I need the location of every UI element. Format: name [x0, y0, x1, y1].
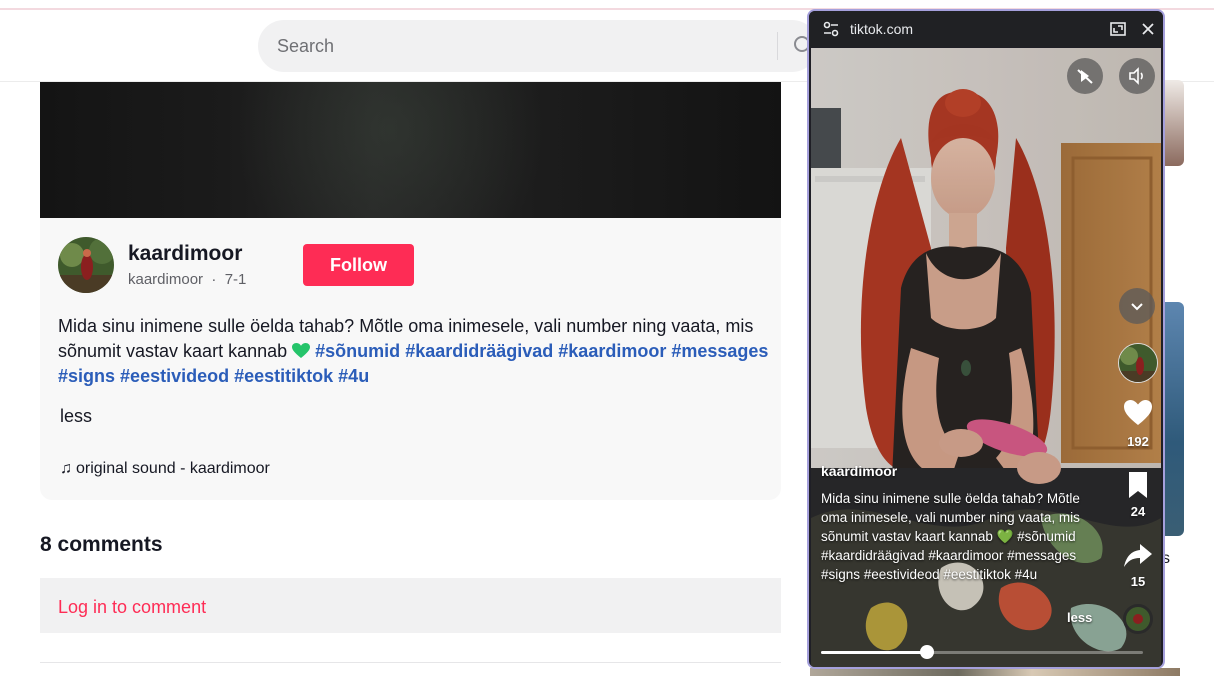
no-autoplay-icon: [1077, 69, 1093, 84]
login-to-comment-link[interactable]: Log in to comment: [58, 597, 206, 618]
music-disc-icon[interactable]: [1123, 604, 1153, 634]
no-autoplay-button[interactable]: [1067, 58, 1103, 94]
divider: [40, 662, 781, 663]
video-player-area[interactable]: [40, 82, 781, 218]
expand-icon[interactable]: [1109, 20, 1127, 38]
author-handle: kaardimoor: [128, 271, 204, 288]
like-count: 192: [1127, 434, 1149, 449]
note-icon: ♫: [60, 460, 72, 477]
site-settings-icon[interactable]: [822, 20, 840, 38]
sound-title: original sound - kaardimoor: [76, 460, 270, 477]
popup-url: tiktok.com: [850, 21, 914, 37]
less-button[interactable]: less: [60, 406, 92, 427]
follow-button[interactable]: Follow: [303, 244, 414, 286]
description-card: kaardimoor kaardimoor · 7-1 Follow Mida …: [40, 218, 781, 500]
volume-button[interactable]: [1119, 58, 1155, 94]
author-name[interactable]: kaardimoor: [128, 242, 242, 266]
overlay-less-button[interactable]: less: [1067, 610, 1092, 625]
related-video-thumbnail[interactable]: [1164, 302, 1184, 536]
progress-fill: [821, 651, 928, 654]
close-icon[interactable]: [1139, 20, 1157, 38]
bookmark-icon[interactable]: [1123, 470, 1153, 500]
progress-bar[interactable]: [821, 645, 1143, 659]
pip-popup-window: tiktok.com 192 24 15 kaardimoor Mida sin…: [807, 9, 1165, 669]
chevron-down-icon: [1131, 303, 1143, 311]
related-video-thumbnail[interactable]: [1164, 80, 1184, 166]
share-count: 15: [1130, 574, 1146, 589]
hashtag[interactable]: #eestivideod: [120, 366, 229, 386]
heart-emoji: [292, 343, 311, 358]
creator-avatar[interactable]: [1118, 343, 1158, 383]
meta-separator: ·: [207, 271, 221, 288]
search-divider: [777, 32, 778, 60]
overlay-author[interactable]: kaardimoor: [821, 463, 897, 479]
hashtag[interactable]: #eestitiktok: [234, 366, 333, 386]
author-meta: kaardimoor · 7-1: [128, 271, 246, 288]
hashtag[interactable]: #kaardimoor: [558, 341, 666, 361]
hashtag[interactable]: #messages: [671, 341, 768, 361]
search-bar[interactable]: Search: [258, 20, 818, 72]
comments-count: 8 comments: [40, 533, 163, 556]
hashtag[interactable]: #signs: [58, 366, 115, 386]
hashtag[interactable]: #sõnumid: [315, 341, 400, 361]
overlay-caption: Mida sinu inimene sulle öelda tahab? Mõt…: [821, 491, 1080, 582]
sound-link[interactable]: ♫ original sound - kaardimoor: [60, 460, 270, 478]
like-icon[interactable]: [1123, 398, 1153, 428]
scroll-down-button[interactable]: [1119, 288, 1155, 324]
related-video-thumbnails-row[interactable]: [810, 668, 1180, 676]
share-icon[interactable]: [1123, 540, 1153, 570]
login-comment-bar[interactable]: Log in to comment: [40, 578, 781, 633]
hashtag[interactable]: #kaardidräägivad: [405, 341, 553, 361]
pip-video-player[interactable]: 192 24 15 kaardimoor Mida sinu inimene s…: [811, 48, 1161, 667]
volume-icon: [1129, 67, 1143, 85]
save-count: 24: [1130, 504, 1146, 519]
hashtag[interactable]: #4u: [338, 366, 369, 386]
author-avatar[interactable]: [58, 237, 114, 293]
post-date: 7-1: [224, 271, 247, 288]
search-input[interactable]: Search: [277, 36, 334, 57]
post-caption: Mida sinu inimene sulle öelda tahab? Mõt…: [58, 314, 770, 389]
popup-title-bar: tiktok.com: [809, 11, 1163, 47]
